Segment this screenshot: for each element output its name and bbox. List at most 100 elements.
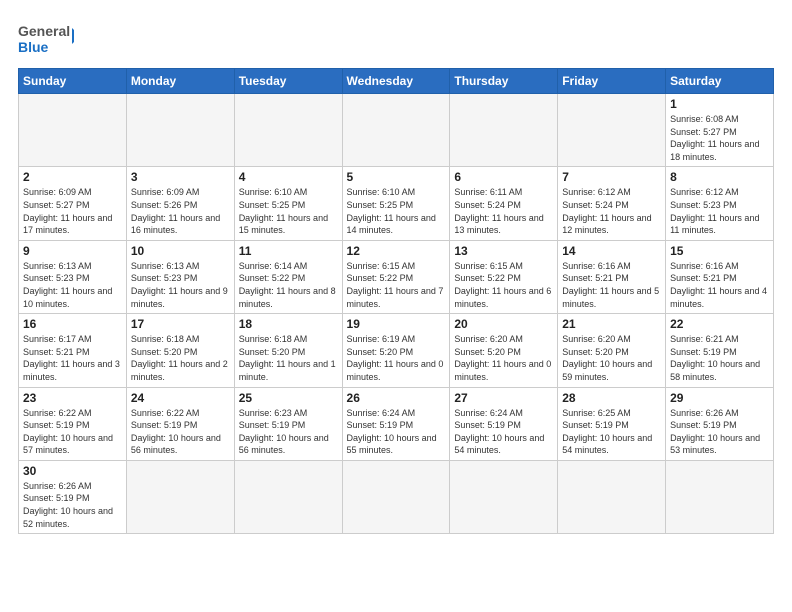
- calendar-week-row: 1 Sunrise: 6:08 AM Sunset: 5:27 PM Daylig…: [19, 94, 774, 167]
- day-number: 1: [670, 97, 769, 111]
- weekday-header-tuesday: Tuesday: [234, 69, 342, 94]
- day-info: Sunrise: 6:08 AM Sunset: 5:27 PM Dayligh…: [670, 113, 769, 163]
- calendar-day-cell: 29Sunrise: 6:26 AM Sunset: 5:19 PM Dayli…: [666, 387, 774, 460]
- calendar-day-cell: [126, 94, 234, 167]
- calendar-day-cell: 7 Sunrise: 6:12 AM Sunset: 5:24 PM Daylig…: [558, 167, 666, 240]
- day-info: Sunrise: 6:09 AM Sunset: 5:27 PM Dayligh…: [23, 186, 122, 236]
- calendar-day-cell: [450, 460, 558, 533]
- day-info: Sunrise: 6:21 AM Sunset: 5:19 PM Dayligh…: [670, 333, 769, 383]
- day-number: 20: [454, 317, 553, 331]
- weekday-header-sunday: Sunday: [19, 69, 127, 94]
- calendar-day-cell: 12 Sunrise: 6:15 AM Sunset: 5:22 PM Dayli…: [342, 240, 450, 313]
- calendar-day-cell: [342, 94, 450, 167]
- day-number: 16: [23, 317, 122, 331]
- calendar-day-cell: 3 Sunrise: 6:09 AM Sunset: 5:26 PM Daylig…: [126, 167, 234, 240]
- day-number: 27: [454, 391, 553, 405]
- day-number: 3: [131, 170, 230, 184]
- calendar-day-cell: 5 Sunrise: 6:10 AM Sunset: 5:25 PM Daylig…: [342, 167, 450, 240]
- calendar-day-cell: 16 Sunrise: 6:17 AM Sunset: 5:21 PM Dayli…: [19, 314, 127, 387]
- day-number: 12: [347, 244, 446, 258]
- calendar-day-cell: [234, 94, 342, 167]
- calendar-day-cell: [19, 94, 127, 167]
- day-number: 19: [347, 317, 446, 331]
- weekday-header-friday: Friday: [558, 69, 666, 94]
- day-number: 11: [239, 244, 338, 258]
- calendar-day-cell: 26 Sunrise: 6:24 AM Sunset: 5:19 PM Dayli…: [342, 387, 450, 460]
- weekday-header-wednesday: Wednesday: [342, 69, 450, 94]
- calendar-week-row: 16 Sunrise: 6:17 AM Sunset: 5:21 PM Dayli…: [19, 314, 774, 387]
- calendar-page: General Blue SundayMondayTuesdayWednesda…: [0, 0, 792, 612]
- day-info: Sunrise: 6:15 AM Sunset: 5:22 PM Dayligh…: [347, 260, 446, 310]
- day-info: Sunrise: 6:14 AM Sunset: 5:22 PM Dayligh…: [239, 260, 338, 310]
- day-info: Sunrise: 6:18 AM Sunset: 5:20 PM Dayligh…: [239, 333, 338, 383]
- day-info: Sunrise: 6:12 AM Sunset: 5:23 PM Dayligh…: [670, 186, 769, 236]
- day-info: Sunrise: 6:13 AM Sunset: 5:23 PM Dayligh…: [23, 260, 122, 310]
- day-number: 29: [670, 391, 769, 405]
- day-info: Sunrise: 6:24 AM Sunset: 5:19 PM Dayligh…: [454, 407, 553, 457]
- day-number: 25: [239, 391, 338, 405]
- day-number: 30: [23, 464, 122, 478]
- day-number: 15: [670, 244, 769, 258]
- day-number: 2: [23, 170, 122, 184]
- calendar-week-row: 9Sunrise: 6:13 AM Sunset: 5:23 PM Daylig…: [19, 240, 774, 313]
- calendar-day-cell: 8Sunrise: 6:12 AM Sunset: 5:23 PM Daylig…: [666, 167, 774, 240]
- calendar-table: SundayMondayTuesdayWednesdayThursdayFrid…: [18, 68, 774, 534]
- day-info: Sunrise: 6:23 AM Sunset: 5:19 PM Dayligh…: [239, 407, 338, 457]
- day-info: Sunrise: 6:18 AM Sunset: 5:20 PM Dayligh…: [131, 333, 230, 383]
- day-info: Sunrise: 6:20 AM Sunset: 5:20 PM Dayligh…: [454, 333, 553, 383]
- day-number: 22: [670, 317, 769, 331]
- calendar-day-cell: 20 Sunrise: 6:20 AM Sunset: 5:20 PM Dayli…: [450, 314, 558, 387]
- weekday-header-monday: Monday: [126, 69, 234, 94]
- day-info: Sunrise: 6:11 AM Sunset: 5:24 PM Dayligh…: [454, 186, 553, 236]
- calendar-day-cell: 18Sunrise: 6:18 AM Sunset: 5:20 PM Dayli…: [234, 314, 342, 387]
- generalblue-logo-icon: General Blue: [18, 20, 74, 60]
- calendar-day-cell: 22 Sunrise: 6:21 AM Sunset: 5:19 PM Dayli…: [666, 314, 774, 387]
- day-info: Sunrise: 6:22 AM Sunset: 5:19 PM Dayligh…: [131, 407, 230, 457]
- calendar-day-cell: 14 Sunrise: 6:16 AM Sunset: 5:21 PM Dayli…: [558, 240, 666, 313]
- day-number: 23: [23, 391, 122, 405]
- day-info: Sunrise: 6:10 AM Sunset: 5:25 PM Dayligh…: [347, 186, 446, 236]
- day-number: 5: [347, 170, 446, 184]
- day-info: Sunrise: 6:20 AM Sunset: 5:20 PM Dayligh…: [562, 333, 661, 383]
- day-info: Sunrise: 6:16 AM Sunset: 5:21 PM Dayligh…: [562, 260, 661, 310]
- calendar-day-cell: 11 Sunrise: 6:14 AM Sunset: 5:22 PM Dayli…: [234, 240, 342, 313]
- day-info: Sunrise: 6:25 AM Sunset: 5:19 PM Dayligh…: [562, 407, 661, 457]
- calendar-day-cell: [450, 94, 558, 167]
- svg-text:General: General: [18, 23, 70, 39]
- calendar-day-cell: 21 Sunrise: 6:20 AM Sunset: 5:20 PM Dayli…: [558, 314, 666, 387]
- day-info: Sunrise: 6:26 AM Sunset: 5:19 PM Dayligh…: [23, 480, 122, 530]
- calendar-day-cell: 15 Sunrise: 6:16 AM Sunset: 5:21 PM Dayli…: [666, 240, 774, 313]
- calendar-day-cell: 9Sunrise: 6:13 AM Sunset: 5:23 PM Daylig…: [19, 240, 127, 313]
- day-info: Sunrise: 6:24 AM Sunset: 5:19 PM Dayligh…: [347, 407, 446, 457]
- day-number: 24: [131, 391, 230, 405]
- day-number: 21: [562, 317, 661, 331]
- header: General Blue: [18, 16, 774, 60]
- calendar-day-cell: 19Sunrise: 6:19 AM Sunset: 5:20 PM Dayli…: [342, 314, 450, 387]
- day-info: Sunrise: 6:16 AM Sunset: 5:21 PM Dayligh…: [670, 260, 769, 310]
- day-number: 6: [454, 170, 553, 184]
- day-info: Sunrise: 6:10 AM Sunset: 5:25 PM Dayligh…: [239, 186, 338, 236]
- day-info: Sunrise: 6:17 AM Sunset: 5:21 PM Dayligh…: [23, 333, 122, 383]
- calendar-day-cell: [666, 460, 774, 533]
- calendar-day-cell: [234, 460, 342, 533]
- day-number: 26: [347, 391, 446, 405]
- calendar-day-cell: [126, 460, 234, 533]
- calendar-day-cell: [558, 460, 666, 533]
- calendar-day-cell: 4Sunrise: 6:10 AM Sunset: 5:25 PM Daylig…: [234, 167, 342, 240]
- calendar-day-cell: 13Sunrise: 6:15 AM Sunset: 5:22 PM Dayli…: [450, 240, 558, 313]
- calendar-day-cell: 17Sunrise: 6:18 AM Sunset: 5:20 PM Dayli…: [126, 314, 234, 387]
- calendar-day-cell: 24 Sunrise: 6:22 AM Sunset: 5:19 PM Dayli…: [126, 387, 234, 460]
- day-info: Sunrise: 6:09 AM Sunset: 5:26 PM Dayligh…: [131, 186, 230, 236]
- day-info: Sunrise: 6:22 AM Sunset: 5:19 PM Dayligh…: [23, 407, 122, 457]
- calendar-day-cell: 6 Sunrise: 6:11 AM Sunset: 5:24 PM Daylig…: [450, 167, 558, 240]
- day-number: 7: [562, 170, 661, 184]
- logo-area: General Blue: [18, 20, 74, 60]
- svg-text:Blue: Blue: [18, 39, 49, 55]
- day-number: 14: [562, 244, 661, 258]
- calendar-day-cell: [558, 94, 666, 167]
- calendar-day-cell: 25 Sunrise: 6:23 AM Sunset: 5:19 PM Dayli…: [234, 387, 342, 460]
- calendar-day-cell: 27 Sunrise: 6:24 AM Sunset: 5:19 PM Dayli…: [450, 387, 558, 460]
- weekday-header-row: SundayMondayTuesdayWednesdayThursdayFrid…: [19, 69, 774, 94]
- day-info: Sunrise: 6:12 AM Sunset: 5:24 PM Dayligh…: [562, 186, 661, 236]
- weekday-header-saturday: Saturday: [666, 69, 774, 94]
